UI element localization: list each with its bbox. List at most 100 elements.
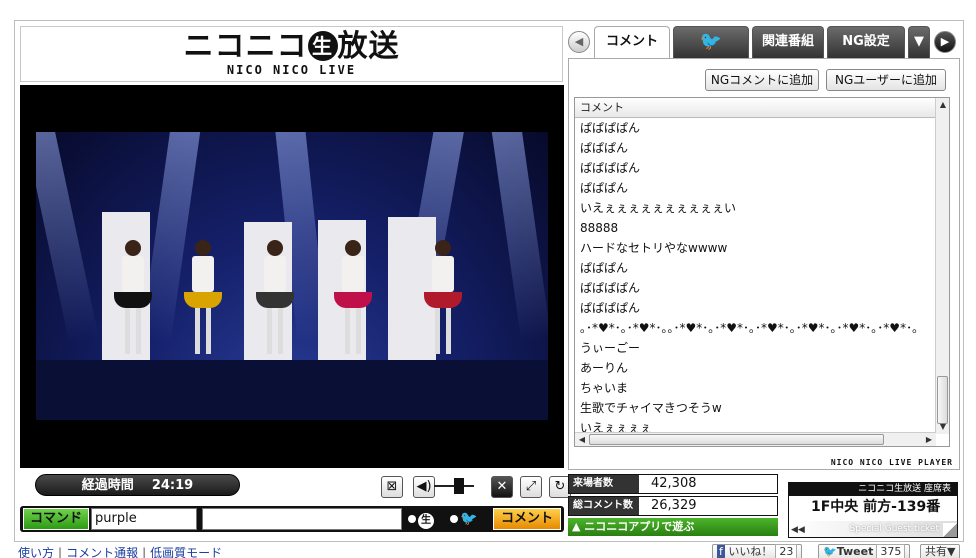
tab-comment[interactable]: コメント — [594, 26, 670, 58]
horizontal-scrollbar[interactable]: ◀ ▶ — [575, 432, 936, 446]
rewind-icon[interactable]: ◀◀ — [791, 525, 805, 535]
comment-form: コマンド purple 生 🐦 コメント — [20, 506, 564, 532]
logo-subtitle: NICO NICO LIVE — [226, 63, 357, 77]
tweet-label: Tweet — [836, 545, 874, 558]
performer — [256, 240, 294, 360]
comment-input[interactable] — [202, 508, 402, 530]
tab-twitter[interactable]: 🐦 — [673, 26, 749, 58]
twitter-bird-icon: 🐦 — [460, 511, 478, 527]
post-target-twitter[interactable]: 🐦 — [450, 510, 488, 528]
comments-label: 総コメント数 — [569, 497, 639, 515]
comment-submit-button[interactable]: コメント — [493, 508, 561, 530]
comment-row[interactable]: いえぇぇぇぇぇぇぇぇぇぇい — [575, 198, 936, 218]
share-dropdown[interactable]: 共有▼ — [920, 544, 961, 558]
player-controls: 経過時間 24:19 ⊠ ◀) ✕ ⤢ ↻ — [20, 473, 571, 499]
volume-knob[interactable] — [454, 478, 464, 494]
tweet-button[interactable]: 🐦Tweet 375 — [818, 544, 911, 558]
tab-dropdown[interactable]: ▼ — [908, 26, 930, 58]
ng-user-add-button[interactable]: NGユーザーに追加 — [826, 69, 946, 91]
comment-list: コメント ぱぱぱぱん ぱぱぱん ぱぱぱぱん ぱぱぱん いえぇぇぇぇぇぇぇぇぇぇい 8888… — [574, 97, 950, 447]
footer-link-howto[interactable]: 使い方 — [18, 546, 54, 558]
visitor-count: 来場者数 42,308 — [568, 474, 778, 494]
seat-title: ニコニコ生放送 座席表 — [789, 483, 957, 496]
scroll-thumb[interactable] — [589, 434, 884, 445]
tweet-count: 375 — [876, 544, 906, 558]
logo-title: ニコニコ生放送 — [21, 31, 562, 63]
comment-row[interactable]: うぃーごー — [575, 338, 936, 358]
footer-links: 使い方 | コメント通報 | 低画質モード — [18, 546, 223, 558]
scroll-right-arrow-icon[interactable]: ▶ — [922, 433, 936, 446]
comment-row[interactable]: ぱぱぱん — [575, 138, 936, 158]
page-curl-icon[interactable] — [943, 523, 957, 537]
nama-icon: 生 — [418, 513, 434, 529]
comment-row[interactable]: 生歌でチャイマきつそうw — [575, 398, 936, 418]
performer — [114, 240, 152, 360]
side-tabs: ◀ コメント 🐦 関連番組 NG設定 ▼ ▶ — [568, 26, 960, 58]
footer-link-report[interactable]: コメント通報 — [66, 546, 138, 558]
comment-row[interactable]: ぱぱぱぱん — [575, 298, 936, 318]
page-root: ニコニコ生放送 NICO NICO LIVE 経過時間 24:19 ⊠ ◀) ✕… — [0, 0, 976, 558]
niconico-app-button[interactable]: ▲ ニコニコアプリで遊ぶ — [568, 518, 778, 536]
command-input[interactable]: purple — [91, 508, 197, 530]
visitors-value: 42,308 — [639, 475, 777, 493]
niconico-live-logo: ニコニコ生放送 NICO NICO LIVE — [20, 26, 563, 82]
scroll-thumb[interactable] — [937, 376, 948, 424]
ng-toggle-icon[interactable]: ⊠ — [381, 476, 403, 498]
command-button[interactable]: コマンド — [23, 508, 89, 530]
stage-floor — [36, 360, 548, 420]
player-brand: NICO NICO LIVE PLAYER — [830, 458, 953, 467]
radio-dot-icon — [450, 515, 458, 523]
comments-value: 26,329 — [639, 497, 777, 515]
comment-row[interactable]: ぱぱぱぱん — [575, 158, 936, 178]
light-beam — [36, 132, 99, 343]
comment-count: 総コメント数 26,329 — [568, 496, 778, 516]
performer — [334, 240, 372, 360]
scroll-left-arrow-icon[interactable]: ◀ — [575, 433, 589, 446]
tab-next-arrow-icon[interactable]: ▶ — [934, 31, 956, 53]
comment-row[interactable]: ハードなセトリやなwwww — [575, 238, 936, 258]
comment-row[interactable]: ちゃいま — [575, 378, 936, 398]
video-area[interactable] — [20, 85, 564, 468]
twitter-bird-icon: 🐦 — [699, 31, 723, 52]
elapsed-time: 24:19 — [151, 478, 194, 493]
tab-related-programs[interactable]: 関連番組 — [752, 26, 824, 58]
tab-ng-settings[interactable]: NG設定 — [827, 26, 905, 58]
fullscreen-icon[interactable]: ⤢ — [520, 476, 542, 498]
comment-row[interactable]: ぱぱぱん — [575, 258, 936, 278]
nama-badge-icon: 生 — [307, 31, 338, 61]
light-beam — [490, 132, 548, 344]
scroll-up-arrow-icon[interactable]: ▲ — [936, 98, 949, 112]
seat-footer: Special Guest ticket — [789, 521, 957, 537]
performer — [184, 240, 222, 360]
comment-row[interactable]: 88888 — [575, 218, 936, 238]
ng-comment-add-button[interactable]: NGコメントに追加 — [705, 69, 819, 91]
comment-hide-icon[interactable]: ✕ — [491, 476, 513, 498]
performer — [424, 240, 462, 360]
comment-row[interactable]: ぱぱぱん — [575, 178, 936, 198]
logo-title-right: 放送 — [337, 29, 400, 64]
twitter-bird-icon: 🐦 — [823, 545, 837, 558]
facebook-like-button[interactable]: f いいね！ 23 — [712, 544, 803, 558]
comment-column-header[interactable]: コメント — [575, 98, 936, 118]
tab-prev-arrow-icon[interactable]: ◀ — [568, 31, 590, 53]
comment-row[interactable]: ぱぱぱぱん — [575, 278, 936, 298]
comment-row[interactable]: あーりん — [575, 358, 936, 378]
live-player: ニコニコ生放送 NICO NICO LIVE 経過時間 24:19 ⊠ ◀) ✕… — [14, 20, 964, 542]
scroll-down-arrow-icon[interactable]: ▼ — [936, 420, 949, 434]
seat-value: 1F中央 前方-139番 — [811, 499, 941, 515]
comment-rows: ぱぱぱぱん ぱぱぱん ぱぱぱぱん ぱぱぱん いえぇぇぇぇぇぇぇぇぇぇい 88888 ハードな… — [575, 118, 936, 434]
comment-row[interactable]: ぱぱぱぱん — [575, 118, 936, 138]
vertical-scrollbar[interactable]: ▲ ▼ — [935, 98, 949, 434]
stats-box: 来場者数 42,308 総コメント数 26,329 ▲ ニコニコアプリで遊ぶ — [568, 474, 778, 536]
facebook-icon: f — [717, 545, 725, 558]
post-target-nama[interactable]: 生 — [408, 510, 446, 529]
visitors-label: 来場者数 — [569, 475, 639, 493]
seat-ticket: ニコニコ生放送 座席表 1F中央 前方-139番 Special Guest t… — [788, 482, 958, 538]
comment-row[interactable]: ｡･*♥*･｡･*♥*･｡｡･*♥*･｡･*♥*･｡･*♥*･｡･*♥*･｡･*… — [575, 318, 936, 338]
radio-dot-icon — [408, 515, 416, 523]
comment-panel: NGコメントに追加 NGユーザーに追加 コメント ぱぱぱぱん ぱぱぱん ぱぱぱぱんぱ… — [568, 58, 960, 470]
speaker-icon[interactable]: ◀) — [413, 476, 435, 498]
video-frame — [36, 132, 548, 420]
like-label: いいね！ — [728, 545, 773, 558]
footer-link-lowquality[interactable]: 低画質モード — [150, 546, 222, 558]
